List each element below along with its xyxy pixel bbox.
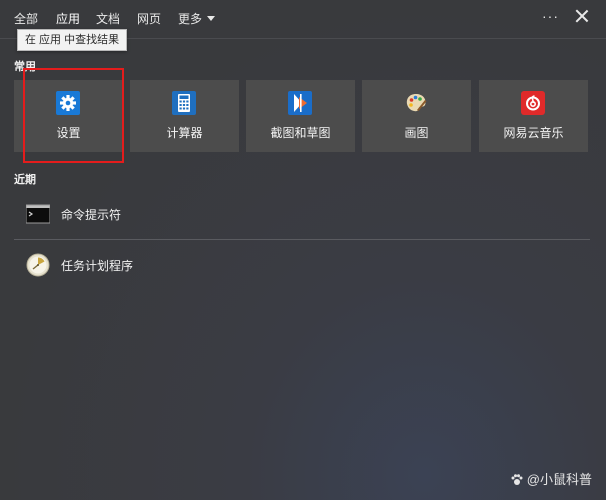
section-title-frequent: 常用 bbox=[14, 61, 36, 73]
chevron-down-icon bbox=[207, 16, 216, 21]
section-title-recent: 近期 bbox=[14, 174, 36, 186]
task-scheduler-icon bbox=[26, 253, 50, 277]
app-tile-calculator[interactable]: 计算器 bbox=[130, 80, 239, 152]
snip-sketch-icon bbox=[288, 91, 312, 115]
gear-icon bbox=[56, 91, 80, 115]
app-label-settings: 设置 bbox=[56, 126, 81, 140]
tooltip: 在 应用 中查找结果 bbox=[17, 29, 128, 51]
recent-item-cmd[interactable]: 命令提示符 bbox=[14, 194, 590, 234]
tab-apps[interactable]: 应用 bbox=[56, 10, 80, 27]
paint-palette-icon bbox=[406, 94, 427, 112]
recent-divider bbox=[14, 239, 590, 240]
cmd-icon bbox=[26, 204, 50, 224]
paw-icon bbox=[511, 474, 523, 485]
app-label-calculator: 计算器 bbox=[166, 126, 203, 140]
app-tile-snip-sketch[interactable]: 截图和草图 bbox=[246, 80, 355, 152]
more-options-button[interactable]: ··· bbox=[542, 8, 559, 24]
tab-more-label: 更多 bbox=[178, 12, 203, 26]
app-tile-settings[interactable]: 设置 bbox=[14, 80, 123, 152]
tab-more[interactable]: 更多 bbox=[178, 10, 216, 27]
app-label-snip-sketch: 截图和草图 bbox=[270, 126, 331, 140]
app-label-netease-music: 网易云音乐 bbox=[503, 126, 564, 140]
close-icon[interactable] bbox=[574, 8, 590, 24]
recent-item-label: 任务计划程序 bbox=[61, 259, 134, 273]
app-label-paint: 画图 bbox=[404, 126, 429, 140]
netease-music-icon bbox=[521, 91, 545, 115]
watermark: @小鼠科普 bbox=[510, 469, 592, 488]
recent-item-label: 命令提示符 bbox=[61, 208, 122, 222]
watermark-text: @小鼠科普 bbox=[526, 472, 592, 487]
tab-web[interactable]: 网页 bbox=[137, 10, 161, 27]
app-tile-netease-music[interactable]: 网易云音乐 bbox=[479, 80, 588, 152]
tab-all[interactable]: 全部 bbox=[14, 10, 38, 27]
app-tile-paint[interactable]: 画图 bbox=[362, 80, 471, 152]
calculator-icon bbox=[172, 91, 196, 115]
recent-item-task-scheduler[interactable]: 任务计划程序 bbox=[14, 245, 590, 285]
tab-documents[interactable]: 文档 bbox=[96, 10, 120, 27]
